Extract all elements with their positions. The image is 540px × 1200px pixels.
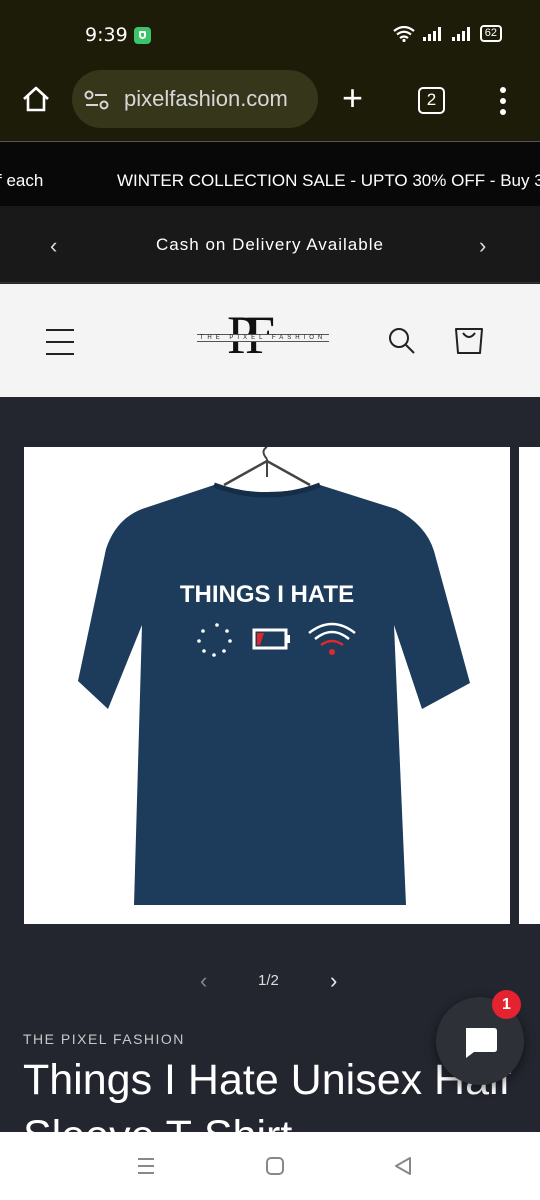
ticker-left-text: f each — [0, 171, 44, 190]
new-tab-plus-icon[interactable]: + — [342, 80, 363, 116]
home-icon[interactable] — [21, 84, 51, 114]
chat-notification-badge: 1 — [492, 990, 521, 1019]
tabs-icon[interactable]: 2 — [418, 87, 445, 114]
security-shield-icon — [134, 27, 151, 44]
gallery-counter: 1/2 — [258, 972, 279, 989]
gallery-next-button[interactable]: › — [330, 968, 337, 994]
recent-apps-icon[interactable] — [136, 1156, 156, 1176]
battery-icon: 62 — [479, 25, 502, 42]
cellular-signal-icon — [451, 26, 470, 41]
announcement-next-button[interactable]: › — [479, 233, 487, 259]
product-vendor: THE PIXEL FASHION — [23, 1031, 185, 1047]
sale-ticker: f each WINTER COLLECTION SALE - UPTO 30%… — [0, 142, 540, 206]
status-time: 9:39 — [85, 24, 128, 46]
menu-icon[interactable] — [46, 329, 74, 365]
back-triangle-icon[interactable] — [393, 1156, 413, 1176]
shirt-print-text: THINGS I HATE — [180, 581, 354, 608]
cellular-signal-icon — [422, 26, 441, 41]
wifi-icon — [393, 25, 415, 42]
site-header: PF THE PIXEL FASHION — [0, 284, 540, 397]
product-gallery: THINGS I HATE ‹ 1/2 › THE PIXEL FASHION … — [0, 397, 540, 1160]
ticker-text: WINTER COLLECTION SALE - UPTO 30% OFF - … — [117, 171, 540, 190]
search-icon[interactable] — [387, 326, 417, 356]
url-text: pixelfashion.com — [124, 86, 288, 111]
status-bar: 9:39 62 — [0, 0, 540, 70]
gallery-prev-button[interactable]: ‹ — [200, 968, 207, 994]
tshirt-illustration: THINGS I HATE — [78, 447, 470, 905]
logo-tagline: THE PIXEL FASHION — [197, 334, 329, 342]
home-square-icon[interactable] — [265, 1156, 285, 1176]
site-settings-icon[interactable] — [84, 90, 110, 110]
next-product-image-peek[interactable] — [519, 447, 540, 924]
system-nav-bar — [0, 1132, 540, 1200]
browser-toolbar: pixelfashion.com + 2 — [0, 70, 540, 142]
announcement-bar: ‹ Cash on Delivery Available › — [0, 206, 540, 283]
announcement-text: Cash on Delivery Available — [156, 235, 384, 254]
cart-icon[interactable] — [453, 324, 485, 356]
more-options-icon[interactable] — [498, 87, 508, 120]
product-image[interactable]: THINGS I HATE — [24, 447, 510, 924]
site-logo[interactable]: PF THE PIXEL FASHION — [197, 302, 329, 380]
status-indicators: 62 — [393, 25, 502, 42]
address-bar[interactable]: pixelfashion.com — [72, 70, 318, 128]
